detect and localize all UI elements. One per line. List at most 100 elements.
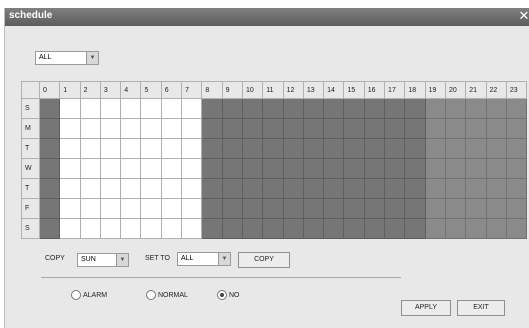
schedule-cell[interactable]	[465, 178, 487, 199]
schedule-cell[interactable]	[120, 118, 142, 139]
schedule-cell[interactable]	[404, 198, 426, 219]
close-icon[interactable]: ✕	[518, 9, 529, 23]
schedule-cell[interactable]	[505, 118, 528, 139]
radio-alarm[interactable]: ALARM	[71, 290, 107, 300]
chevron-down-icon[interactable]: ▼	[86, 52, 98, 64]
schedule-cell[interactable]	[444, 138, 467, 159]
schedule-cell[interactable]	[99, 198, 122, 219]
schedule-cell[interactable]	[404, 218, 426, 239]
schedule-cell[interactable]	[485, 98, 507, 119]
schedule-cell[interactable]	[160, 178, 183, 199]
schedule-cell[interactable]	[221, 118, 243, 139]
schedule-cell[interactable]	[323, 138, 345, 159]
chevron-down-icon[interactable]: ▼	[218, 253, 230, 265]
schedule-cell[interactable]	[465, 218, 487, 239]
schedule-cell[interactable]	[181, 138, 203, 159]
schedule-cell[interactable]	[201, 138, 223, 159]
schedule-cell[interactable]	[363, 138, 386, 159]
schedule-cell[interactable]	[282, 118, 304, 139]
schedule-cell[interactable]	[444, 198, 467, 219]
schedule-cell[interactable]	[424, 98, 446, 119]
schedule-cell[interactable]	[444, 118, 467, 139]
schedule-cell[interactable]	[424, 158, 446, 179]
schedule-cell[interactable]	[221, 198, 243, 219]
schedule-cell[interactable]	[201, 118, 223, 139]
chevron-down-icon[interactable]: ▼	[116, 254, 128, 266]
schedule-cell[interactable]	[323, 98, 345, 119]
schedule-cell[interactable]	[120, 198, 142, 219]
schedule-cell[interactable]	[79, 218, 101, 239]
schedule-cell[interactable]	[181, 198, 203, 219]
schedule-cell[interactable]	[302, 198, 325, 219]
schedule-cell[interactable]	[201, 178, 223, 199]
schedule-cell[interactable]	[241, 178, 264, 199]
schedule-cell[interactable]	[282, 98, 304, 119]
schedule-cell[interactable]	[424, 178, 446, 199]
schedule-cell[interactable]	[343, 178, 365, 199]
schedule-cell[interactable]	[323, 118, 345, 139]
schedule-cell[interactable]	[323, 178, 345, 199]
schedule-cell[interactable]	[424, 198, 446, 219]
schedule-cell[interactable]	[59, 118, 81, 139]
schedule-cell[interactable]	[262, 158, 284, 179]
schedule-cell[interactable]	[465, 118, 487, 139]
schedule-cell[interactable]	[181, 158, 203, 179]
copy-source-select[interactable]: SUN ▼	[77, 253, 129, 267]
schedule-cell[interactable]	[282, 158, 304, 179]
radio-normal[interactable]: NORMAL	[146, 290, 188, 300]
schedule-cell[interactable]	[424, 138, 446, 159]
schedule-cell[interactable]	[444, 98, 467, 119]
schedule-cell[interactable]	[221, 178, 243, 199]
schedule-cell[interactable]	[160, 158, 183, 179]
schedule-cell[interactable]	[201, 198, 223, 219]
schedule-cell[interactable]	[221, 158, 243, 179]
schedule-cell[interactable]	[485, 198, 507, 219]
schedule-cell[interactable]	[120, 138, 142, 159]
schedule-cell[interactable]	[38, 138, 61, 159]
schedule-cell[interactable]	[38, 198, 61, 219]
schedule-cell[interactable]	[363, 158, 386, 179]
schedule-cell[interactable]	[140, 198, 162, 219]
schedule-cell[interactable]	[241, 158, 264, 179]
schedule-cell[interactable]	[99, 218, 122, 239]
schedule-cell[interactable]	[262, 178, 284, 199]
schedule-cell[interactable]	[221, 138, 243, 159]
schedule-cell[interactable]	[59, 138, 81, 159]
schedule-cell[interactable]	[262, 138, 284, 159]
schedule-cell[interactable]	[302, 158, 325, 179]
schedule-cell[interactable]	[59, 98, 81, 119]
schedule-cell[interactable]	[181, 98, 203, 119]
exit-button[interactable]: EXIT	[457, 300, 505, 316]
schedule-cell[interactable]	[485, 218, 507, 239]
schedule-cell[interactable]	[363, 218, 386, 239]
schedule-cell[interactable]	[160, 198, 183, 219]
apply-button[interactable]: APPLY	[401, 300, 451, 316]
schedule-cell[interactable]	[465, 98, 487, 119]
schedule-cell[interactable]	[38, 118, 61, 139]
schedule-cell[interactable]	[505, 198, 528, 219]
schedule-cell[interactable]	[343, 158, 365, 179]
schedule-cell[interactable]	[140, 98, 162, 119]
schedule-cell[interactable]	[79, 158, 101, 179]
schedule-cell[interactable]	[59, 158, 81, 179]
schedule-cell[interactable]	[38, 158, 61, 179]
schedule-cell[interactable]	[404, 158, 426, 179]
schedule-cell[interactable]	[201, 158, 223, 179]
schedule-cell[interactable]	[485, 138, 507, 159]
filter-select[interactable]: ALL ▼	[35, 51, 99, 65]
schedule-cell[interactable]	[160, 218, 183, 239]
schedule-cell[interactable]	[99, 138, 122, 159]
schedule-cell[interactable]	[241, 98, 264, 119]
copy-button[interactable]: COPY	[238, 252, 290, 268]
schedule-cell[interactable]	[99, 158, 122, 179]
schedule-cell[interactable]	[38, 218, 61, 239]
schedule-cell[interactable]	[140, 138, 162, 159]
schedule-cell[interactable]	[485, 118, 507, 139]
schedule-cell[interactable]	[79, 178, 101, 199]
schedule-cell[interactable]	[505, 218, 528, 239]
schedule-cell[interactable]	[505, 178, 528, 199]
schedule-cell[interactable]	[140, 218, 162, 239]
schedule-cell[interactable]	[181, 118, 203, 139]
schedule-cell[interactable]	[201, 98, 223, 119]
schedule-cell[interactable]	[99, 98, 122, 119]
